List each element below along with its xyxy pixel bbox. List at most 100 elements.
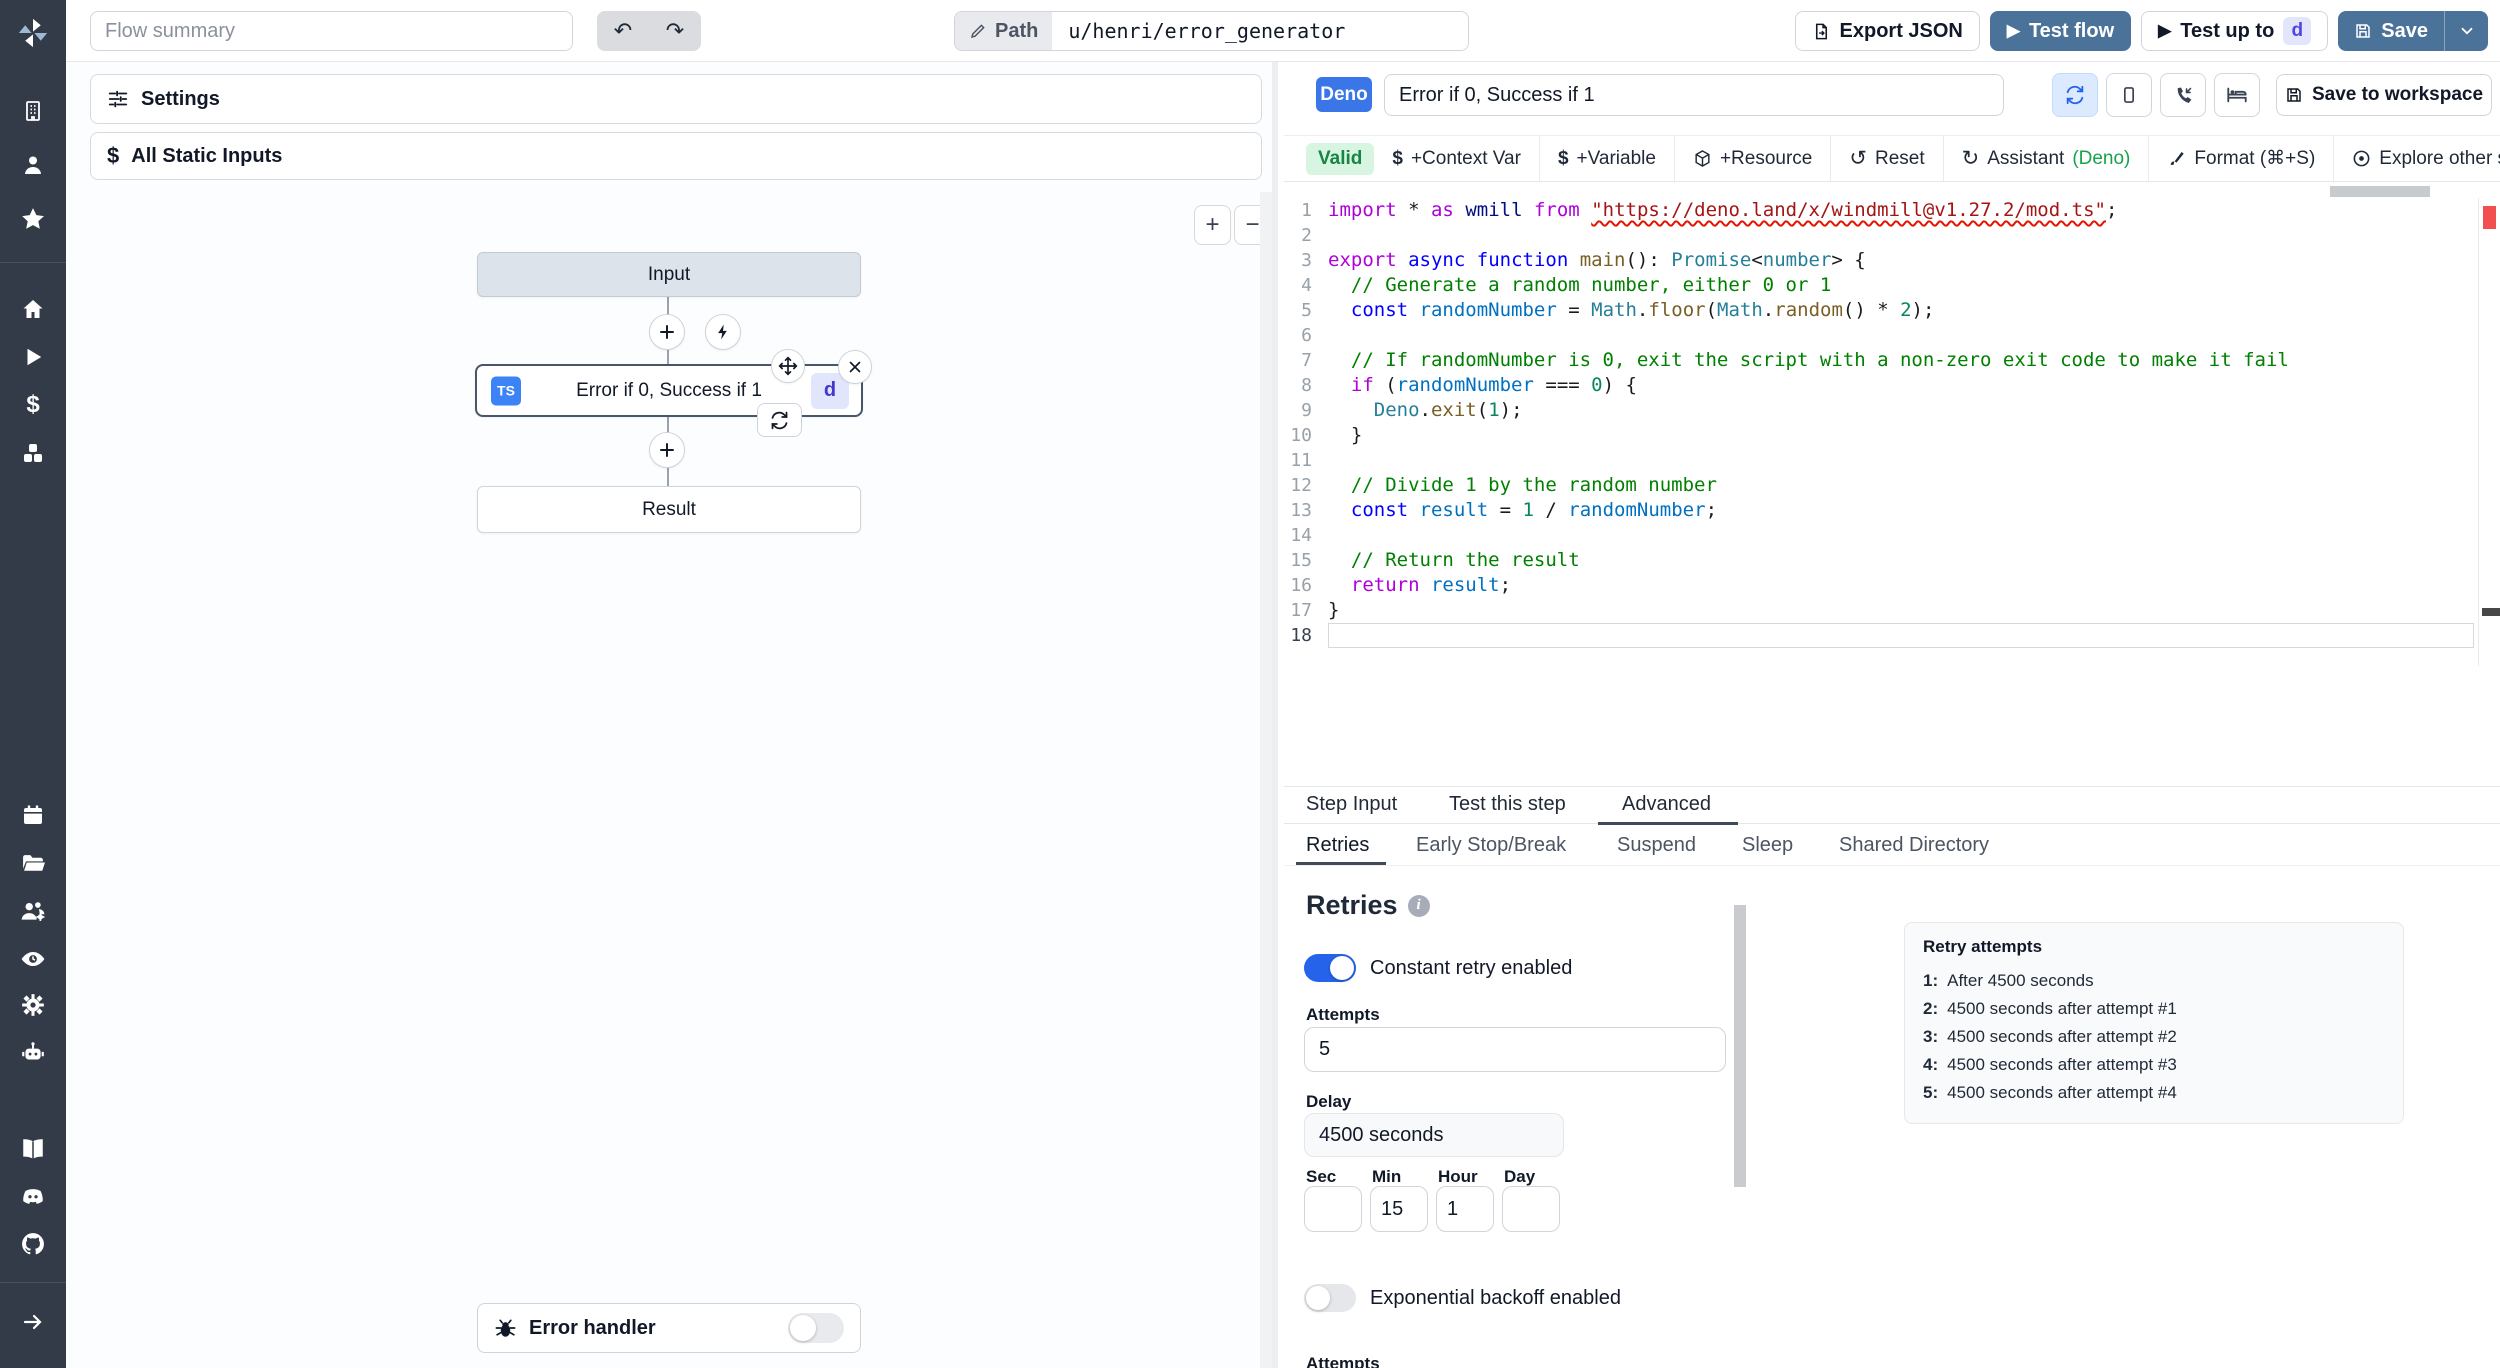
home-icon[interactable] — [0, 292, 66, 326]
flow-graph-panel: Settings $ All Static Inputs + − Input T… — [66, 62, 1278, 1368]
code-line: 4 // Generate a random number, either 0 … — [1301, 274, 1832, 296]
path-value: u/henri/error_generator — [1068, 19, 1346, 43]
path-field[interactable]: Path u/henri/error_generator — [954, 11, 1469, 51]
error-handler-node[interactable]: Error handler — [477, 1303, 861, 1353]
reset-button[interactable]: ↺ Reset — [1831, 136, 1944, 181]
save-icon — [2356, 24, 2371, 38]
step-node[interactable]: TS Error if 0, Success if 1 d — [475, 364, 863, 417]
min-input[interactable] — [1370, 1186, 1428, 1232]
exponential-backoff-row: Exponential backoff enabled — [1304, 1284, 1621, 1312]
sliders-icon — [108, 90, 128, 108]
retry-loop-icon — [2066, 85, 2084, 105]
assistant-button[interactable]: ↻ Assistant (Deno) — [1944, 136, 2150, 181]
hour-input[interactable] — [1436, 1186, 1494, 1232]
folder-open-icon[interactable] — [0, 846, 66, 880]
export-json-button[interactable]: Export JSON — [1794, 11, 1980, 51]
early-stop-button[interactable] — [2106, 73, 2152, 117]
arrow-right-icon[interactable] — [0, 1305, 66, 1339]
star-icon[interactable] — [0, 202, 66, 236]
undo-button[interactable]: ↶ — [597, 11, 649, 51]
save-dropdown-button[interactable] — [2444, 11, 2488, 51]
discord-icon[interactable] — [0, 1180, 66, 1214]
calendar-icon[interactable] — [0, 798, 66, 832]
day-input[interactable] — [1502, 1186, 1560, 1232]
redo-button[interactable]: ↷ — [649, 11, 701, 51]
subtab-suspend[interactable]: Suspend — [1617, 834, 1696, 857]
subtab-sleep[interactable]: Sleep — [1742, 834, 1793, 857]
attempts-input[interactable] — [1304, 1027, 1726, 1072]
sleep-button[interactable] — [2214, 73, 2260, 117]
flow-panel-scrollbar[interactable] — [1260, 192, 1272, 1368]
subtab-shared-directory[interactable]: Shared Directory — [1839, 834, 1989, 857]
cubes-icon[interactable] — [0, 436, 66, 470]
user-group-gear-icon[interactable] — [0, 894, 66, 928]
canvas-zoom-in-button[interactable]: + — [1194, 205, 1231, 245]
sec-input[interactable] — [1304, 1186, 1362, 1232]
tab-advanced[interactable]: Advanced — [1622, 793, 1711, 816]
sidebar-divider — [0, 262, 66, 263]
retry-attempts-panel: Retry attempts 1: After 4500 seconds 2: 450… — [1904, 922, 2404, 1124]
format-button[interactable]: Format (⌘+S) — [2149, 136, 2335, 181]
add-step-button-top[interactable] — [649, 314, 685, 350]
github-icon[interactable] — [0, 1227, 66, 1261]
exponential-backoff-toggle[interactable] — [1304, 1284, 1356, 1312]
delete-step-button[interactable] — [838, 350, 872, 384]
test-up-to-button[interactable]: ▶ Test up to d — [2141, 11, 2329, 51]
robot-icon[interactable] — [0, 1036, 66, 1070]
code-line: 2 — [1301, 225, 1312, 246]
export-file-icon — [1815, 23, 1827, 39]
add-context-var-button[interactable]: $ +Context Var — [1374, 136, 1540, 181]
toolbar-scrollbar[interactable] — [2330, 186, 2430, 197]
windmill-logo-icon[interactable] — [0, 10, 66, 56]
result-node[interactable]: Result — [477, 486, 861, 533]
add-variable-button[interactable]: $ +Variable — [1540, 136, 1675, 181]
dollar-icon[interactable]: $ — [0, 388, 66, 422]
retry-setting-button[interactable] — [2052, 73, 2098, 117]
editor-scrollbar-handle[interactable] — [2482, 608, 2500, 616]
info-icon[interactable]: i — [1407, 894, 1430, 917]
all-static-inputs-bar[interactable]: $ All Static Inputs — [90, 132, 1262, 180]
step-tabs: Step Input Test this step Advanced — [1284, 786, 2500, 825]
flow-settings-bar[interactable]: Settings — [90, 74, 1262, 124]
package-icon — [1695, 150, 1710, 167]
retry-loop-icon — [771, 411, 788, 429]
topbar-actions: Export JSON ▶ Test flow ▶ Test up to d S… — [1794, 11, 2488, 51]
valid-status-badge: Valid — [1306, 142, 1375, 175]
save-button[interactable]: Save — [2338, 11, 2444, 51]
flow-summary-input[interactable] — [90, 11, 573, 51]
retries-scrollbar[interactable] — [1734, 905, 1746, 1187]
error-handler-toggle[interactable] — [788, 1313, 844, 1343]
bug-icon — [495, 1318, 516, 1337]
tab-step-input[interactable]: Step Input — [1306, 793, 1397, 816]
tab-test-this-step[interactable]: Test this step — [1449, 793, 1566, 816]
subtab-early-stop[interactable]: Early Stop/Break — [1416, 834, 1566, 857]
code-line: 8 if (randomNumber === 0) { — [1301, 374, 1637, 396]
windmill-flow-editor: $ Flow summary ↶ ↷ Path u/henri/error_ge… — [0, 0, 2500, 1368]
gear-icon[interactable] — [0, 988, 66, 1022]
step-retry-indicator[interactable] — [757, 403, 802, 437]
user-icon[interactable] — [0, 148, 66, 182]
input-node[interactable]: Input — [477, 252, 861, 297]
constant-retry-toggle[interactable] — [1304, 954, 1356, 982]
subtab-retries[interactable]: Retries — [1306, 834, 1369, 857]
reset-icon: ↺ — [1849, 147, 1867, 170]
building-icon[interactable] — [0, 94, 66, 128]
delay-input[interactable] — [1304, 1113, 1564, 1157]
trigger-bolt-button[interactable] — [705, 314, 741, 350]
test-flow-button[interactable]: ▶ Test flow — [1989, 11, 2132, 51]
book-icon[interactable] — [0, 1132, 66, 1166]
suspend-button[interactable] — [2160, 73, 2206, 117]
code-editor[interactable]: 1 import * as wmill from "https://deno.la… — [1284, 198, 2500, 666]
retry-attempt-row: 1: After 4500 seconds — [1923, 971, 2094, 990]
save-to-workspace-button[interactable]: Save to workspace — [2276, 74, 2492, 116]
explore-scripts-button[interactable]: Explore other s — [2334, 136, 2500, 181]
move-step-button[interactable] — [771, 349, 805, 383]
play-icon[interactable] — [0, 340, 66, 374]
add-resource-button[interactable]: +Resource — [1675, 136, 1832, 181]
deno-language-badge: Deno — [1316, 77, 1372, 112]
step-name-input[interactable] — [1384, 74, 2004, 116]
day-label: Day — [1504, 1167, 1536, 1186]
add-step-button-bottom[interactable] — [649, 432, 685, 468]
undo-redo-group: ↶ ↷ — [597, 11, 701, 51]
eye-icon[interactable] — [0, 942, 66, 976]
